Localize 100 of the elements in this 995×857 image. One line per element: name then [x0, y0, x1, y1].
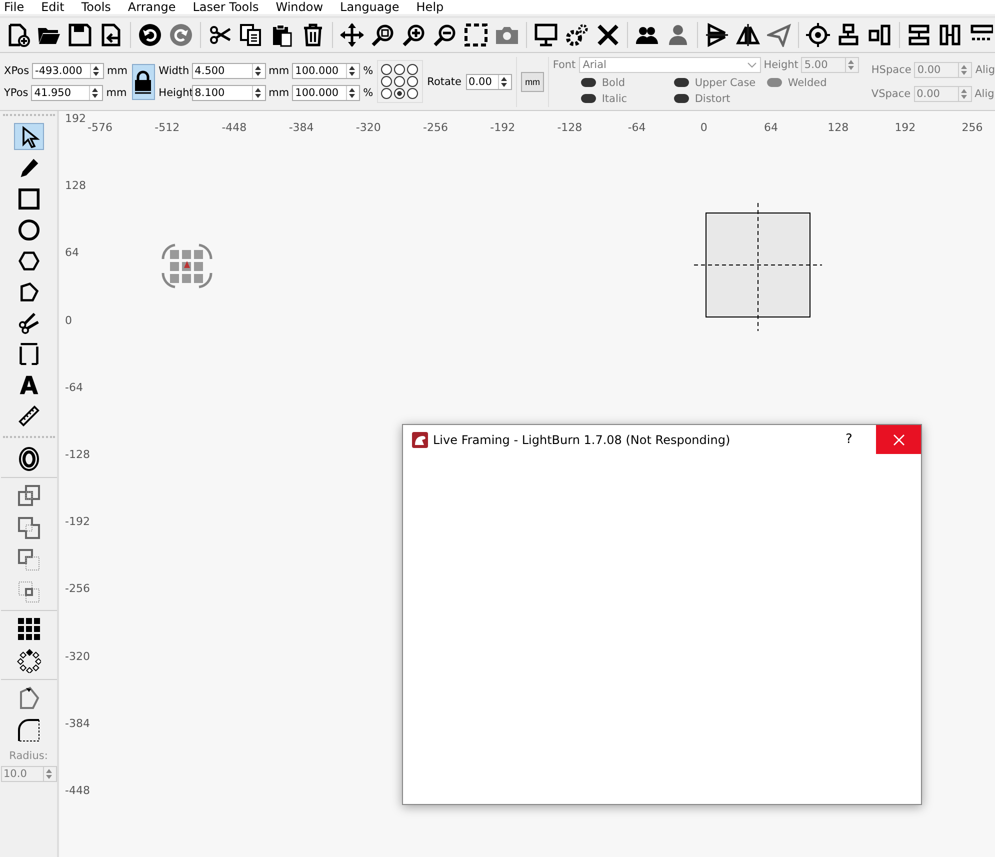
align-icon[interactable] [837, 23, 861, 47]
circular-array-icon[interactable] [16, 649, 40, 673]
align-icon[interactable] [938, 23, 962, 47]
number-field[interactable]: -493.000 [32, 62, 104, 78]
field-label: YPos [4, 86, 28, 98]
scissors-icon[interactable] [208, 23, 232, 47]
rectangle-shape[interactable] [694, 203, 822, 331]
toggle-switch[interactable]: Distort [674, 90, 767, 106]
menu-item[interactable]: Help [416, 0, 444, 14]
anchor-radio[interactable] [394, 88, 406, 99]
spin-arrows-icon[interactable] [498, 74, 510, 88]
copy-icon[interactable] [239, 23, 263, 47]
target-icon[interactable] [806, 23, 830, 47]
menu-item[interactable]: File [4, 0, 24, 14]
menu-item[interactable]: Laser Tools [192, 0, 259, 14]
trash-icon[interactable] [301, 23, 325, 47]
number-field[interactable]: 4.500 [192, 62, 266, 78]
toggle-switch[interactable]: Italic [580, 90, 674, 106]
ruler-label: -448 [222, 121, 247, 134]
ruler-label: 64 [764, 121, 778, 134]
unit-button[interactable]: mm [521, 72, 544, 92]
gears-icon[interactable] [565, 23, 589, 47]
dashed-frame-icon[interactable] [464, 23, 488, 47]
chevron-down-icon[interactable] [746, 62, 757, 68]
spin-arrows-icon[interactable] [252, 64, 263, 78]
ruler-label: 128 [65, 179, 86, 192]
ruler-label: -64 [628, 121, 646, 134]
menu-item[interactable]: Tools [81, 0, 111, 14]
menu-item[interactable]: Arrange [128, 0, 176, 14]
offset-icon[interactable] [16, 447, 40, 471]
canvas[interactable]: -576 -512 -448 -384 -320 -256 -192 -128 -64 0 64 128 192 256 192 128 64 0 -64 -128 -192 -256 -320 -384 -448 Live Framing - LightBurn 1.7.08 (Not Responding) ? [59, 111, 995, 857]
help-button[interactable]: ? [834, 425, 864, 454]
paper-plane-icon[interactable] [767, 23, 791, 47]
ruler-label: -256 [65, 582, 90, 596]
boolean-union-icon[interactable] [16, 484, 40, 508]
number-field[interactable]: 0.00 [914, 62, 972, 78]
save-icon[interactable] [68, 23, 92, 47]
close-button[interactable] [876, 425, 921, 454]
number-field[interactable]: 0.00 [466, 74, 512, 90]
spin-arrows-icon[interactable] [252, 86, 263, 100]
spin-arrows-icon[interactable] [346, 64, 358, 78]
redo-icon[interactable] [169, 23, 193, 47]
unit-label: mm [106, 86, 127, 98]
lock-button[interactable] [132, 64, 155, 100]
anchor-radio[interactable] [394, 76, 406, 87]
zoom-out-icon[interactable] [433, 23, 457, 47]
boolean-intersect-icon[interactable] [16, 548, 40, 572]
mirror-triangle-icon[interactable] [736, 23, 760, 47]
unit-label: % [363, 64, 374, 76]
anchor-radio[interactable] [381, 76, 392, 87]
zoom-in-icon[interactable] [402, 23, 426, 47]
select-tool[interactable] [14, 123, 44, 150]
menu-item[interactable]: Language [340, 0, 400, 14]
field-label: Font [552, 58, 576, 70]
align-icon[interactable] [868, 23, 892, 47]
number-field[interactable]: 5.00 [801, 56, 860, 72]
ruler-label: -512 [154, 121, 180, 134]
spin-arrows-icon[interactable] [89, 86, 100, 100]
menu-item[interactable]: Edit [41, 0, 64, 14]
number-field[interactable]: 41.950 [31, 84, 104, 100]
radius-field[interactable]: 10.0 [0, 766, 56, 782]
person-icon[interactable] [666, 23, 690, 47]
corner-radius-icon[interactable] [16, 718, 40, 742]
anchor-radio[interactable] [407, 88, 418, 99]
ruler-label: 192 [894, 121, 916, 134]
ruler-label: -384 [65, 716, 90, 730]
number-field[interactable]: 100.000 [292, 62, 360, 78]
number-field[interactable]: 0.00 [914, 86, 972, 102]
boolean-overlap-icon[interactable] [16, 580, 40, 604]
boolean-subtract-icon[interactable] [16, 516, 40, 540]
ruler-label: -192 [490, 121, 516, 134]
zoom-icon[interactable] [371, 23, 395, 47]
toggle-switch[interactable]: Upper Case [674, 74, 767, 90]
export-icon[interactable] [99, 23, 123, 47]
new-file-icon[interactable] [6, 23, 30, 47]
paste-icon[interactable] [270, 23, 294, 47]
number-field[interactable]: 100.000 [292, 84, 360, 100]
unit-label: % [363, 86, 374, 98]
ruler-label: -256 [423, 121, 448, 134]
number-field[interactable]: 8.100 [192, 84, 266, 100]
spin-arrows-icon[interactable] [90, 64, 102, 78]
spin-arrows-icon[interactable] [346, 86, 358, 100]
menu-item[interactable]: Window [276, 0, 324, 14]
grid-array-icon[interactable] [16, 617, 40, 641]
field-label: Rotate [427, 76, 462, 88]
ruler-label: -384 [288, 121, 314, 134]
monitor-icon[interactable] [534, 23, 558, 47]
move-icon[interactable] [340, 23, 364, 47]
mirror-triangle-icon[interactable] [705, 23, 729, 47]
anchor-radio[interactable] [381, 88, 392, 99]
ruler-label: -128 [557, 121, 582, 134]
anchor-radio[interactable] [407, 64, 418, 75]
close-icon[interactable] [892, 434, 904, 446]
anchor-radio[interactable] [394, 64, 406, 75]
anchor-radio[interactable] [381, 64, 392, 75]
font-dropdown[interactable]: Arial [578, 56, 761, 72]
align-icon[interactable] [907, 23, 931, 47]
anchor-radio[interactable] [407, 76, 418, 87]
toggle-switch[interactable]: Bold [580, 74, 674, 90]
undo-icon[interactable] [138, 23, 162, 47]
